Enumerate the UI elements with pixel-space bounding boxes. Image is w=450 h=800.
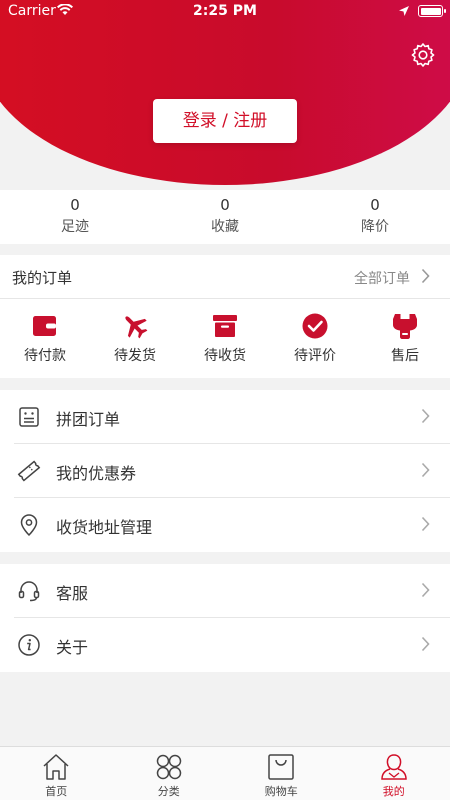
location-pin-icon	[20, 514, 38, 537]
stat-value: 0	[220, 196, 230, 214]
box-icon	[213, 315, 237, 337]
stat-label: 收藏	[211, 219, 239, 235]
stat-value: 0	[370, 196, 380, 214]
menu-item-label: 客服	[56, 584, 89, 603]
order-pending-review[interactable]: 待评价	[270, 299, 360, 378]
orders-header[interactable]: 我的订单 全部订单	[0, 255, 450, 299]
stat-value: 0	[70, 196, 80, 214]
stats-bar: 0 足迹 0 收藏 0 降价	[0, 190, 450, 244]
tab-mine[interactable]: 我的	[338, 747, 450, 800]
check-circle-icon	[302, 313, 328, 339]
tab-cart[interactable]: 购物车	[225, 747, 338, 800]
menu-group-orders: 拼团订单 我的优惠券 收货地址管理	[0, 390, 450, 552]
tab-label: 购物车	[264, 785, 298, 798]
category-icon	[156, 754, 181, 780]
stat-favorites[interactable]: 0 收藏	[150, 190, 300, 244]
all-orders-link[interactable]: 全部订单	[354, 268, 410, 288]
group-order-icon	[19, 407, 39, 427]
order-pending-shipment[interactable]: 待发货	[90, 299, 180, 378]
header-background	[0, 0, 450, 185]
user-icon	[380, 754, 407, 780]
stat-footprint[interactable]: 0 足迹	[0, 190, 150, 244]
tab-bar: 首页 分类 购物车 我的	[0, 746, 450, 800]
wallet-icon	[33, 316, 56, 336]
stat-price-drop[interactable]: 0 降价	[300, 190, 450, 244]
order-after-sales[interactable]: 售后	[360, 299, 450, 378]
wrench-icon	[393, 314, 417, 339]
menu-item-about[interactable]: 关于	[14, 618, 450, 672]
tab-label: 分类	[157, 785, 180, 798]
home-icon	[43, 754, 69, 780]
menu-item-address[interactable]: 收货地址管理	[14, 498, 450, 552]
chevron-right-icon	[421, 636, 430, 652]
order-pending-payment[interactable]: 待付款	[0, 299, 90, 378]
orders-title: 我的订单	[12, 269, 73, 287]
order-label: 待付款	[24, 348, 66, 364]
chevron-right-icon	[421, 462, 430, 478]
chevron-right-icon	[421, 408, 430, 424]
profile-header: Carrier 2:25 PM 登录 / 注册	[0, 0, 450, 190]
status-time: 2:25 PM	[193, 3, 257, 19]
airplane-icon	[125, 316, 148, 339]
coupon-icon	[17, 460, 41, 482]
menu-item-label: 关于	[56, 638, 89, 657]
location-arrow-icon	[399, 6, 409, 16]
orders-card: 我的订单 全部订单 待付款 待发货 待收货 待评价 售后	[0, 255, 450, 378]
cart-icon	[268, 754, 294, 780]
menu-item-label: 拼团订单	[56, 410, 121, 429]
menu-item-label: 我的优惠券	[56, 464, 137, 483]
gear-icon[interactable]	[410, 42, 436, 68]
order-pending-receipt[interactable]: 待收货	[180, 299, 270, 378]
menu-item-group-orders[interactable]: 拼团订单	[14, 390, 450, 444]
headset-icon	[18, 581, 40, 602]
order-label: 待评价	[294, 348, 336, 364]
order-label: 待发货	[114, 348, 156, 364]
tab-label: 首页	[45, 785, 68, 798]
menu-group-support: 客服 关于	[0, 564, 450, 672]
tab-home[interactable]: 首页	[0, 747, 113, 800]
chevron-right-icon	[421, 582, 430, 598]
order-label: 待收货	[204, 348, 246, 364]
order-label: 售后	[391, 348, 419, 364]
menu-item-label: 收货地址管理	[56, 518, 153, 537]
chevron-right-icon	[421, 516, 430, 532]
chevron-right-icon	[421, 268, 430, 284]
tab-category[interactable]: 分类	[113, 747, 226, 800]
stat-label: 降价	[361, 219, 389, 235]
status-bar: Carrier 2:25 PM	[0, 0, 450, 24]
tab-label: 我的	[382, 785, 405, 798]
menu-item-coupons[interactable]: 我的优惠券	[14, 444, 450, 498]
battery-icon	[418, 5, 446, 17]
stat-label: 足迹	[61, 219, 89, 235]
login-register-button[interactable]: 登录 / 注册	[153, 99, 297, 143]
info-icon	[18, 634, 40, 656]
menu-item-customer-service[interactable]: 客服	[14, 564, 450, 618]
